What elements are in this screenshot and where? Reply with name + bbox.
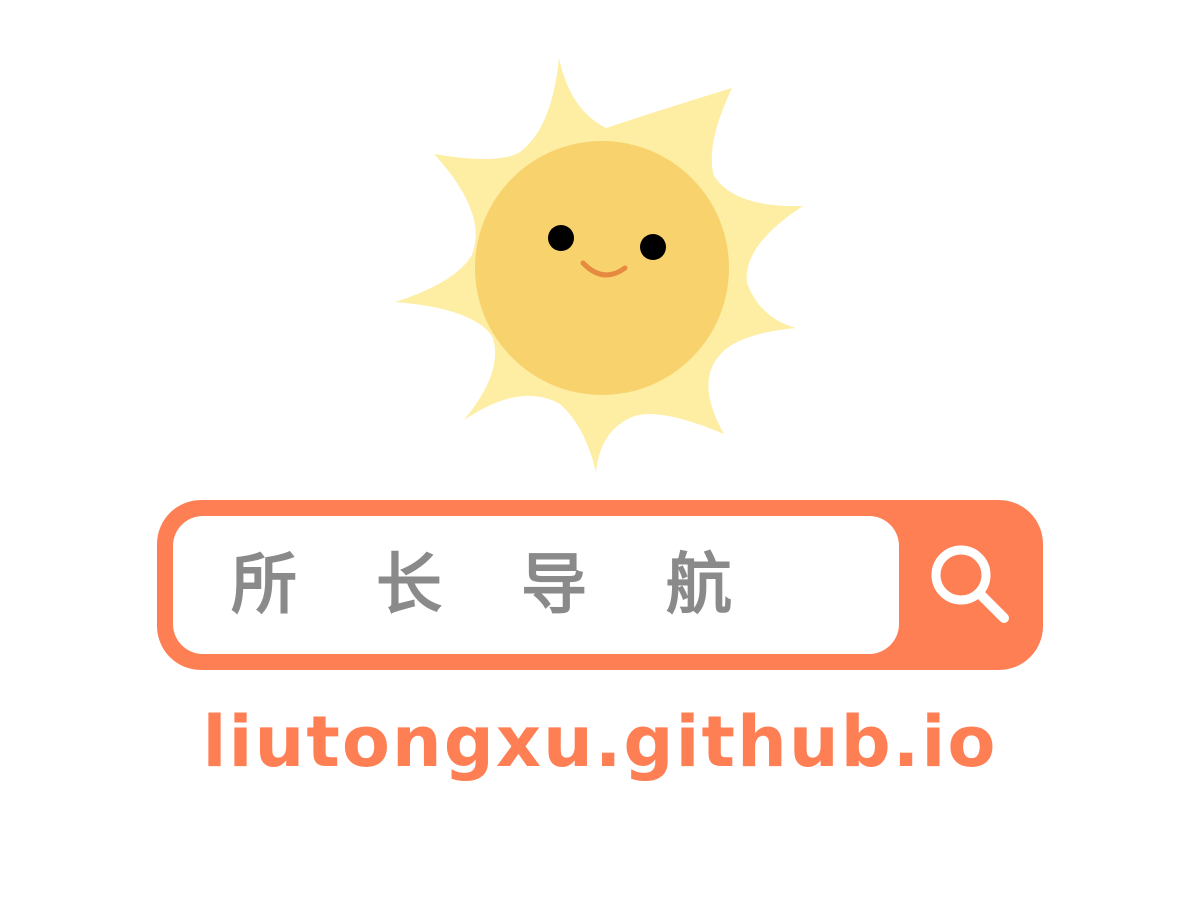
right-eye bbox=[640, 234, 666, 260]
sun-face bbox=[475, 141, 729, 395]
search-query-text: 所 长 导 航 bbox=[231, 546, 760, 623]
search-bar: 所 长 导 航 bbox=[157, 500, 1043, 670]
smiling-sun-icon bbox=[395, 58, 803, 472]
search-input[interactable]: 所 长 导 航 bbox=[173, 516, 899, 654]
search-icon bbox=[931, 545, 1009, 623]
search-button[interactable] bbox=[899, 500, 1043, 670]
sun-illustration bbox=[380, 50, 820, 480]
site-url: liutongxu.github.io bbox=[202, 701, 998, 783]
left-eye bbox=[548, 225, 574, 251]
